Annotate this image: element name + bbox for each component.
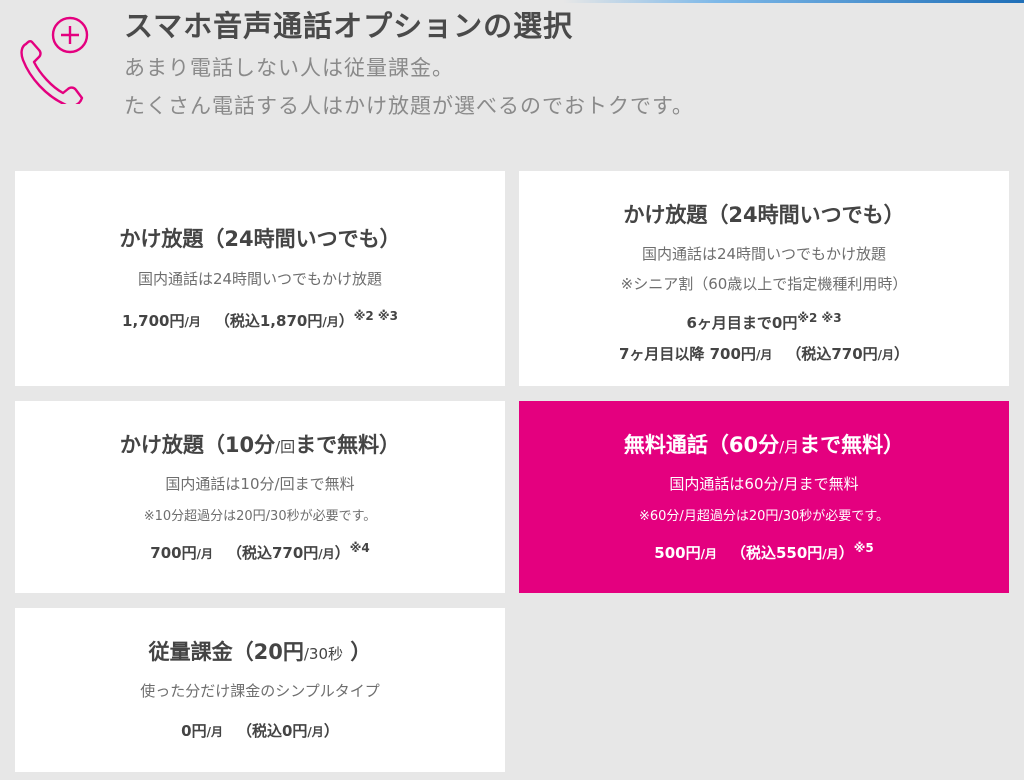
plan-price: 700円/月 （税込770円/月）※4 — [150, 541, 370, 562]
tax-included-price: （税込770円 — [786, 345, 878, 363]
plan-price: 500円/月 （税込550円/月）※5 — [654, 541, 874, 562]
page-title: スマホ音声通話オプションの選択 — [124, 9, 574, 43]
footnote-marks: ※4 — [349, 541, 370, 555]
plan-description: 使った分だけ課金のシンプルタイプ — [140, 682, 380, 700]
plan-price: 0円/月 （税込0円/月） — [181, 722, 339, 740]
overage-note: ※10分超過分は20円/30秒が必要です。 — [143, 509, 377, 524]
plan-title: 従量課金（20円/30秒 ） — [148, 640, 372, 664]
plan-title: 無料通話（60分/月まで無料） — [623, 433, 905, 457]
footnote-marks: ※5 — [853, 541, 874, 555]
plan-description: 国内通話は60分/月まで無料 — [669, 475, 859, 493]
plan-card-60min-free-selected[interactable]: 無料通話（60分/月まで無料） 国内通話は60分/月まで無料 ※60分/月超過分… — [519, 401, 1009, 593]
phone-plus-icon — [20, 16, 89, 104]
tax-included-price: （税込770円 — [226, 544, 319, 562]
plan-card-unlimited-24h[interactable]: かけ放題（24時間いつでも） 国内通話は24時間いつでもかけ放題 1,700円/… — [15, 171, 505, 386]
tax-included-price: （税込0円 — [236, 722, 308, 740]
subtitle-line-2: たくさん電話する人はかけ放題が選べるのでおトクです。 — [124, 94, 694, 118]
plan-price-later-months: 7ヶ月目以降 700円/月 （税込770円/月） — [618, 345, 910, 363]
plan-title: かけ放題（10分/回まで無料） — [119, 433, 401, 457]
footnote-marks: ※2 ※3 — [353, 309, 398, 323]
plan-price-first-months: 6ヶ月目まで0円※2 ※3 — [686, 311, 842, 332]
plan-card-10min-free[interactable]: かけ放題（10分/回まで無料） 国内通話は10分/回まで無料 ※10分超過分は2… — [15, 401, 505, 593]
plan-description: 国内通話は24時間いつでもかけ放題 — [641, 245, 887, 263]
plan-description: 国内通話は24時間いつでもかけ放題 — [137, 270, 383, 288]
plan-title: かけ放題（24時間いつでも） — [119, 227, 401, 251]
subtitle-line-1: あまり電話しない人は従量課金。 — [124, 56, 454, 80]
tax-included-price: （税込1,870円 — [214, 312, 323, 330]
footnote-marks: ※2 ※3 — [797, 311, 842, 325]
plan-title: かけ放題（24時間いつでも） — [623, 203, 905, 227]
overage-note: ※60分/月超過分は20円/30秒が必要です。 — [639, 509, 889, 524]
tax-unit: /月 — [322, 315, 339, 329]
senior-discount-note: ※シニア割（60歳以上で指定機種利用時） — [620, 275, 908, 293]
plan-card-unlimited-24h-senior[interactable]: かけ放題（24時間いつでも） 国内通話は24時間いつでもかけ放題 ※シニア割（6… — [519, 171, 1009, 386]
price-unit: /月 — [184, 315, 201, 329]
price-value: 1,700円 — [122, 312, 185, 330]
plan-description: 国内通話は10分/回まで無料 — [165, 475, 355, 493]
tax-included-price: （税込550円 — [730, 544, 823, 562]
plan-price: 1,700円/月 （税込1,870円/月）※2 ※3 — [122, 309, 398, 330]
plan-card-pay-per-use[interactable]: 従量課金（20円/30秒 ） 使った分だけ課金のシンプルタイプ 0円/月 （税込0… — [15, 608, 505, 772]
